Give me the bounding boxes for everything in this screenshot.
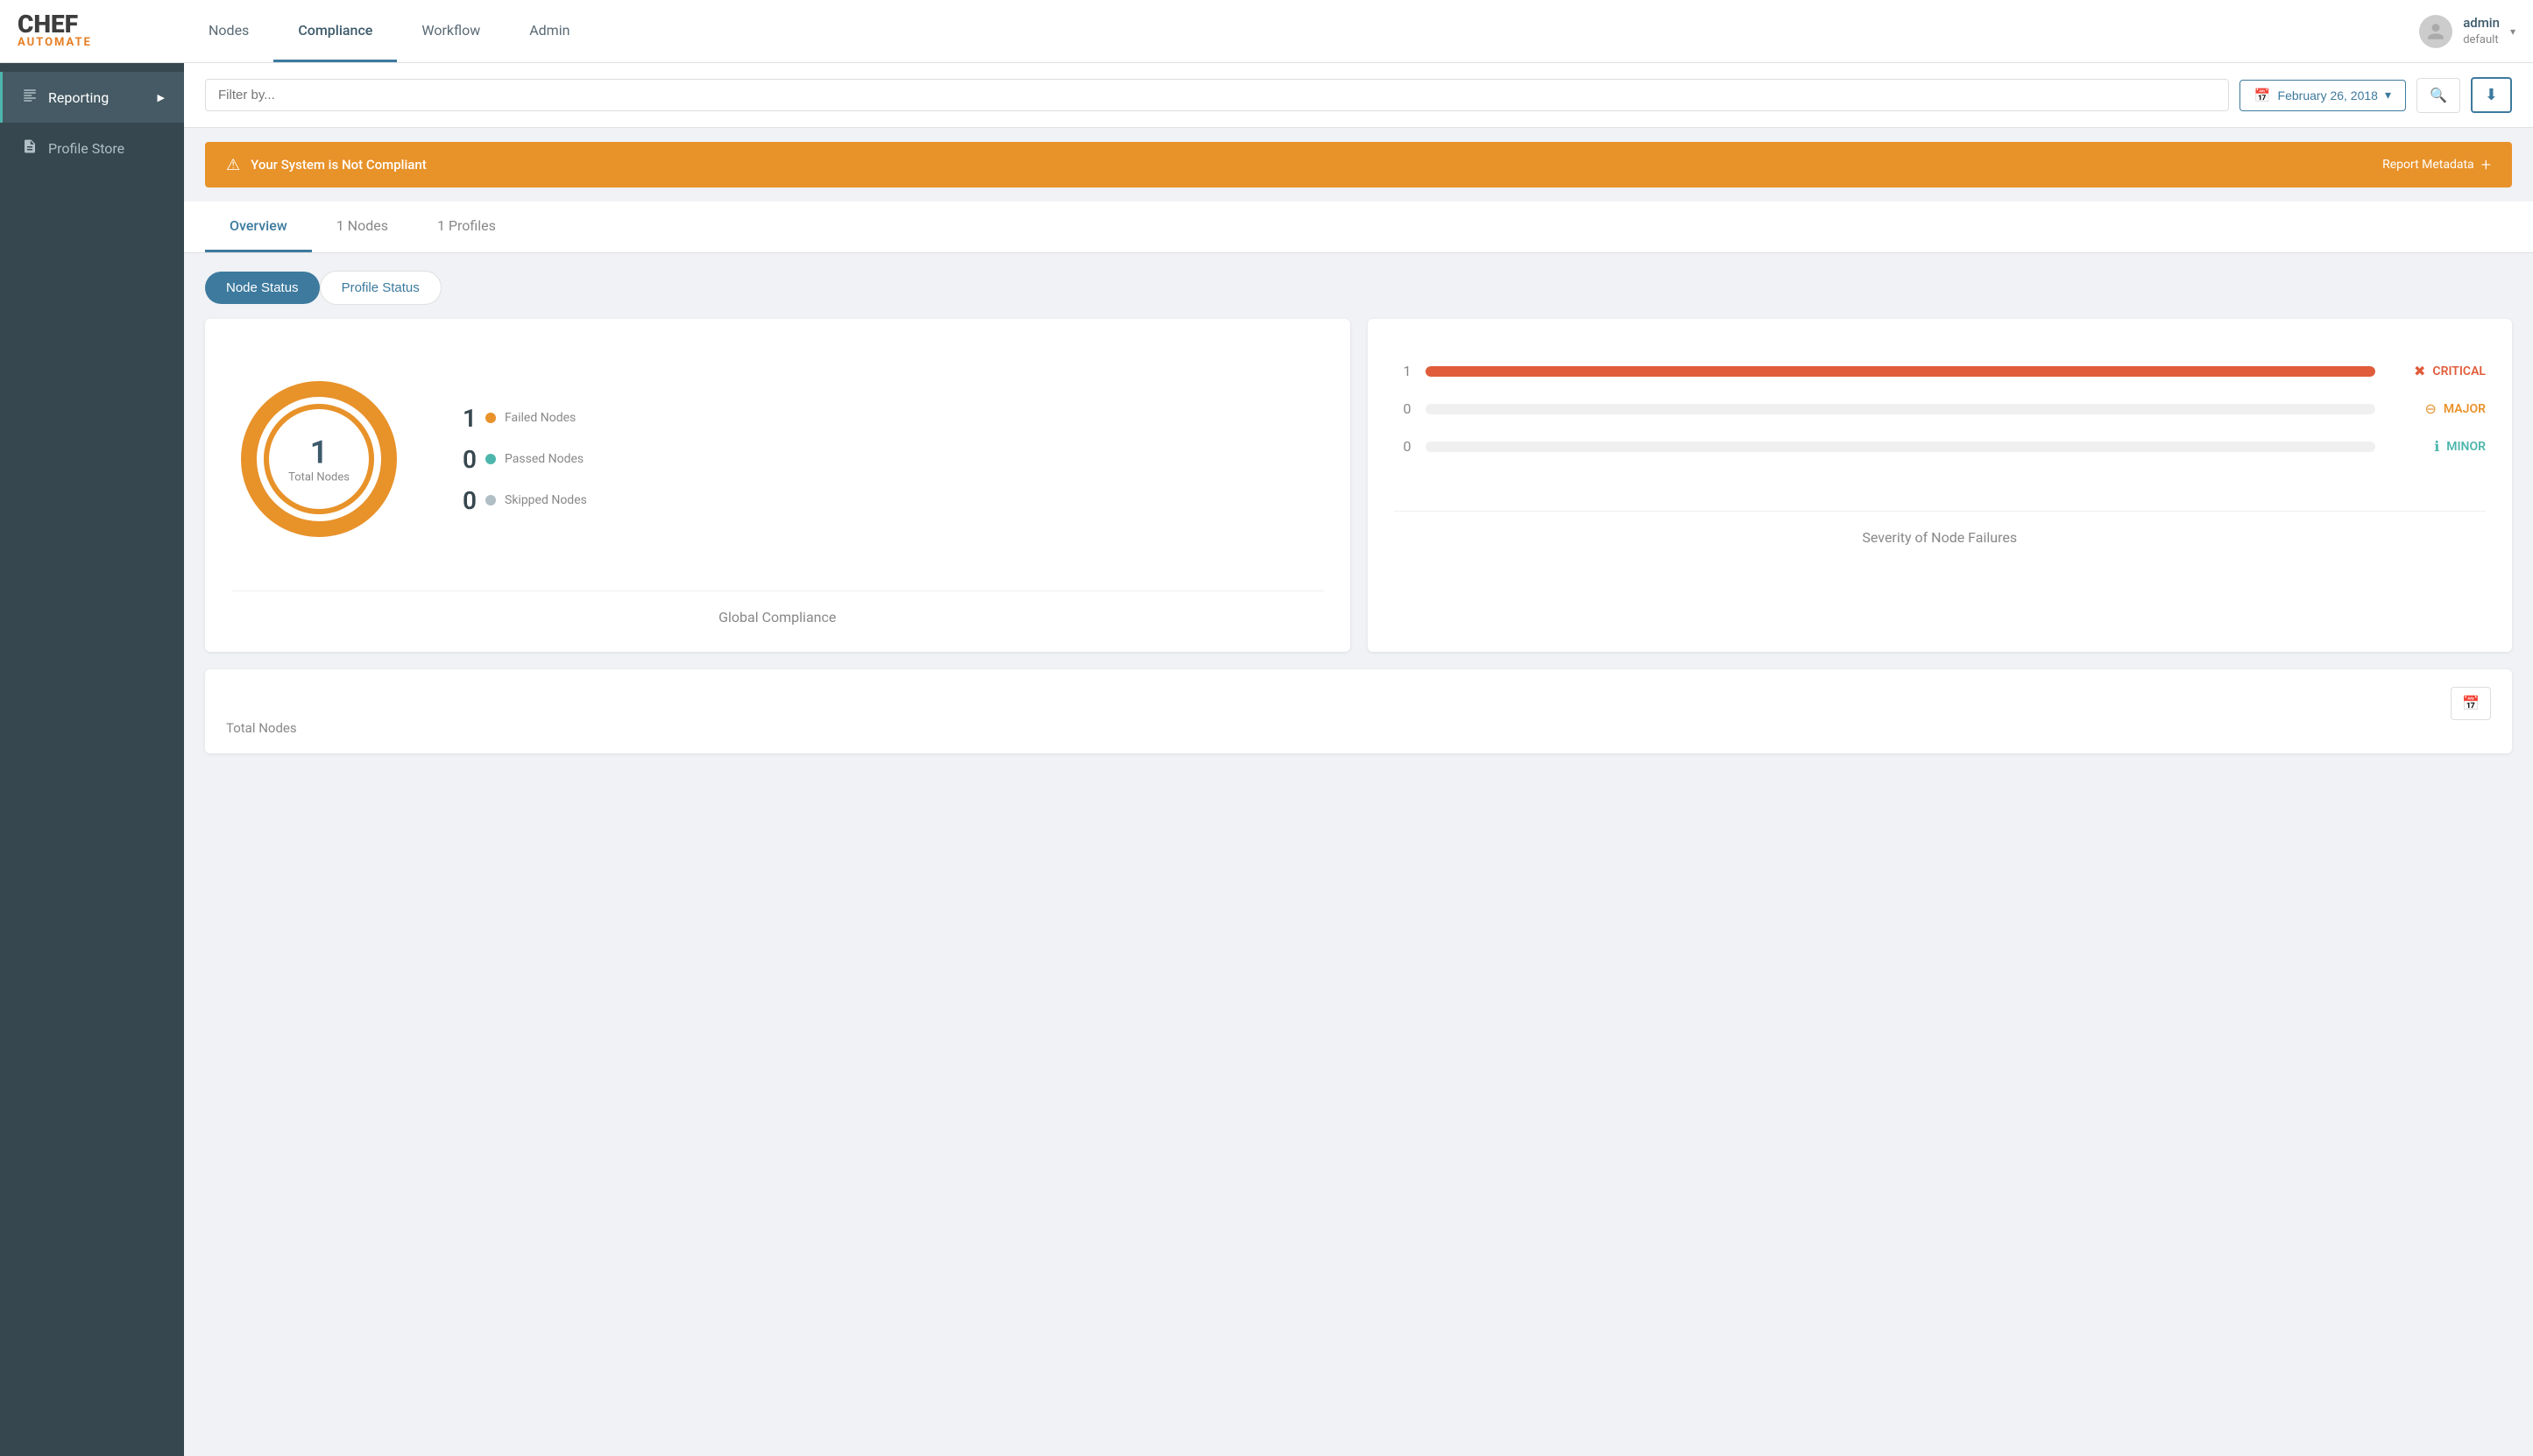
global-compliance-card: 1 Total Nodes 1 — [205, 319, 1350, 652]
failed-label: Failed Nodes — [505, 411, 576, 425]
bottom-card-title: Total Nodes — [226, 720, 2491, 736]
logo-chef: CHEF — [18, 12, 92, 37]
failed-nodes-stat: 1 Failed Nodes — [442, 404, 587, 433]
calendar-icon-btn: 📅 — [2462, 696, 2480, 711]
critical-icon: ✖ — [2414, 363, 2425, 379]
top-nav: CHEF AUTOMATE Nodes Compliance Workflow … — [0, 0, 2533, 63]
search-icon: 🔍 — [2430, 88, 2447, 103]
severity-card-title: Severity of Node Failures — [1394, 511, 2487, 546]
main-nav: Nodes Compliance Workflow Admin — [184, 0, 2402, 62]
donut-chart: 1 Total Nodes — [231, 371, 407, 547]
filter-bar: 📅 February 26, 2018 ▾ 🔍 ⬇ — [184, 63, 2533, 128]
tab-profiles[interactable]: 1 Profiles — [413, 201, 520, 252]
node-status-toggle[interactable]: Node Status — [205, 272, 320, 304]
tab-container: Overview 1 Nodes 1 Profiles — [184, 201, 2533, 253]
user-name: admin — [2463, 14, 2500, 32]
major-label-row: ⊖ MAJOR — [2389, 400, 2486, 417]
date-label: February 26, 2018 — [2278, 88, 2378, 102]
minor-value: 0 — [1394, 438, 1412, 455]
tab-overview[interactable]: Overview — [205, 201, 312, 252]
skipped-dot — [485, 495, 496, 505]
major-bar-wrap — [1426, 404, 2376, 414]
nav-workflow[interactable]: Workflow — [397, 0, 505, 62]
date-chevron-icon: ▾ — [2385, 88, 2391, 102]
logo-automate: AUTOMATE — [18, 37, 92, 49]
passed-nodes-stat: 0 Passed Nodes — [442, 445, 587, 474]
failed-dot — [485, 413, 496, 423]
major-label: MAJOR — [2444, 402, 2486, 416]
severity-card: 1 ✖ CRITICAL 0 — [1368, 319, 2513, 652]
profile-status-toggle[interactable]: Profile Status — [320, 271, 442, 305]
avatar — [2419, 15, 2452, 48]
profile-store-icon — [22, 138, 38, 159]
skipped-count: 0 — [463, 486, 477, 515]
node-stats: 1 Failed Nodes 0 Pas — [442, 404, 587, 515]
major-value: 0 — [1394, 400, 1412, 417]
sidebar-item-reporting-label: Reporting — [48, 89, 109, 106]
tab-nodes[interactable]: 1 Nodes — [312, 201, 413, 252]
skipped-nodes-stat: 0 Skipped Nodes — [442, 486, 587, 515]
major-icon: ⊖ — [2425, 400, 2437, 417]
download-button[interactable]: ⬇ — [2471, 77, 2512, 113]
critical-label: CRITICAL — [2432, 364, 2486, 378]
user-chevron-icon[interactable]: ▾ — [2510, 25, 2515, 38]
failed-count: 1 — [463, 404, 477, 433]
cards-row: 1 Total Nodes 1 — [184, 319, 2533, 669]
calendar-button[interactable]: 📅 — [2451, 687, 2491, 720]
passed-dot — [485, 454, 496, 464]
bottom-card-header: 📅 — [226, 687, 2491, 720]
user-area: admin default ▾ — [2402, 14, 2533, 48]
date-picker-button[interactable]: 📅 February 26, 2018 ▾ — [2239, 80, 2406, 111]
user-role: default — [2463, 32, 2500, 48]
global-compliance-title: Global Compliance — [231, 590, 1324, 626]
nav-nodes[interactable]: Nodes — [184, 0, 273, 62]
layout: Reporting ▶ Profile Store 📅 February 26,… — [0, 63, 2533, 1456]
calendar-icon: 📅 — [2254, 88, 2271, 103]
alert-warning-icon: ⚠ — [226, 156, 240, 174]
passed-count: 0 — [463, 445, 477, 474]
sidebar: Reporting ▶ Profile Store — [0, 63, 184, 1456]
skipped-label: Skipped Nodes — [505, 493, 587, 507]
sidebar-item-reporting[interactable]: Reporting ▶ — [0, 72, 184, 123]
report-metadata-label: Report Metadata — [2382, 158, 2474, 172]
report-metadata-button[interactable]: Report Metadata + — [2382, 154, 2491, 175]
critical-bar-wrap — [1426, 366, 2376, 377]
minor-label: MINOR — [2446, 440, 2486, 454]
critical-bar — [1426, 366, 2376, 377]
donut-container: 1 Total Nodes 1 — [231, 345, 1324, 573]
logo-area: CHEF AUTOMATE — [0, 12, 184, 49]
sidebar-item-profile-store[interactable]: Profile Store — [0, 123, 184, 174]
minor-bar-wrap — [1426, 442, 2376, 452]
download-icon: ⬇ — [2485, 86, 2498, 103]
nav-admin[interactable]: Admin — [505, 0, 594, 62]
passed-label: Passed Nodes — [505, 452, 584, 466]
bottom-card: 📅 Total Nodes — [205, 669, 2512, 753]
alert-text: Your System is Not Compliant — [251, 157, 2382, 173]
sidebar-item-profile-store-label: Profile Store — [48, 140, 124, 157]
severity-rows: 1 ✖ CRITICAL 0 — [1394, 345, 2487, 493]
minor-row: 0 ℹ MINOR — [1394, 438, 2487, 455]
main-content: 📅 February 26, 2018 ▾ 🔍 ⬇ ⚠ Your System … — [184, 63, 2533, 1456]
critical-value: 1 — [1394, 363, 1412, 379]
minor-label-row: ℹ MINOR — [2389, 438, 2486, 455]
user-info: admin default — [2463, 14, 2500, 48]
filter-input[interactable] — [205, 79, 2229, 111]
report-metadata-plus-icon: + — [2481, 154, 2491, 175]
critical-label-row: ✖ CRITICAL — [2389, 363, 2486, 379]
toggle-group: Node Status Profile Status — [205, 271, 2512, 305]
nav-compliance[interactable]: Compliance — [273, 0, 397, 62]
alert-banner: ⚠ Your System is Not Compliant Report Me… — [205, 142, 2512, 187]
major-row: 0 ⊖ MAJOR — [1394, 400, 2487, 417]
critical-row: 1 ✖ CRITICAL — [1394, 363, 2487, 379]
minor-icon: ℹ — [2434, 438, 2439, 455]
reporting-icon — [22, 88, 38, 107]
sidebar-arrow-icon: ▶ — [158, 92, 165, 103]
search-button[interactable]: 🔍 — [2416, 78, 2460, 113]
